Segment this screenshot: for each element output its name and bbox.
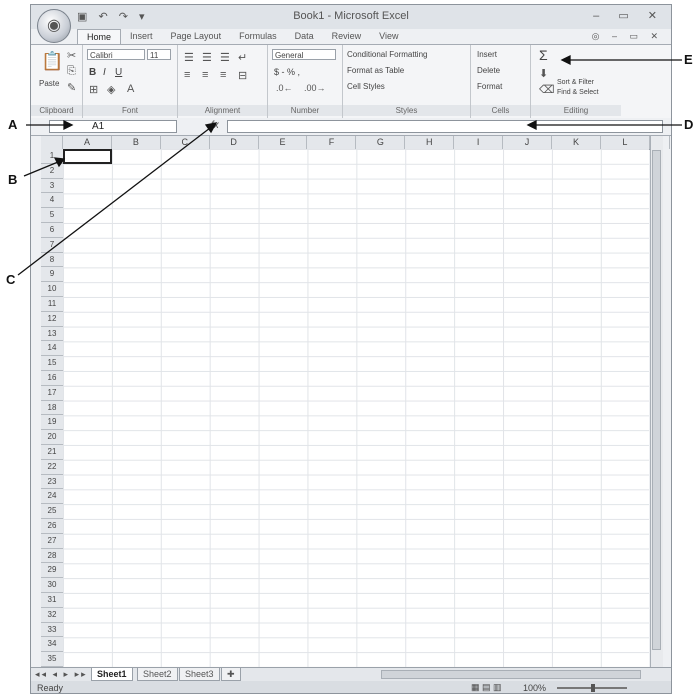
callout-c-line	[17, 127, 211, 276]
callout-label-e: E	[684, 52, 693, 67]
callout-a-arrowhead	[63, 119, 74, 131]
callout-label-a: A	[8, 117, 18, 132]
callout-label-b: B	[8, 172, 18, 187]
office-button[interactable]: ◉	[37, 9, 71, 43]
callout-b-arrowhead	[53, 157, 66, 168]
callout-label-d: D	[684, 117, 694, 132]
callout-e-arrowhead	[560, 54, 571, 66]
callout-label-c: C	[6, 272, 16, 287]
callout-arrows	[17, 54, 682, 276]
callout-b-line	[23, 161, 59, 177]
callout-d-arrowhead	[526, 119, 537, 131]
